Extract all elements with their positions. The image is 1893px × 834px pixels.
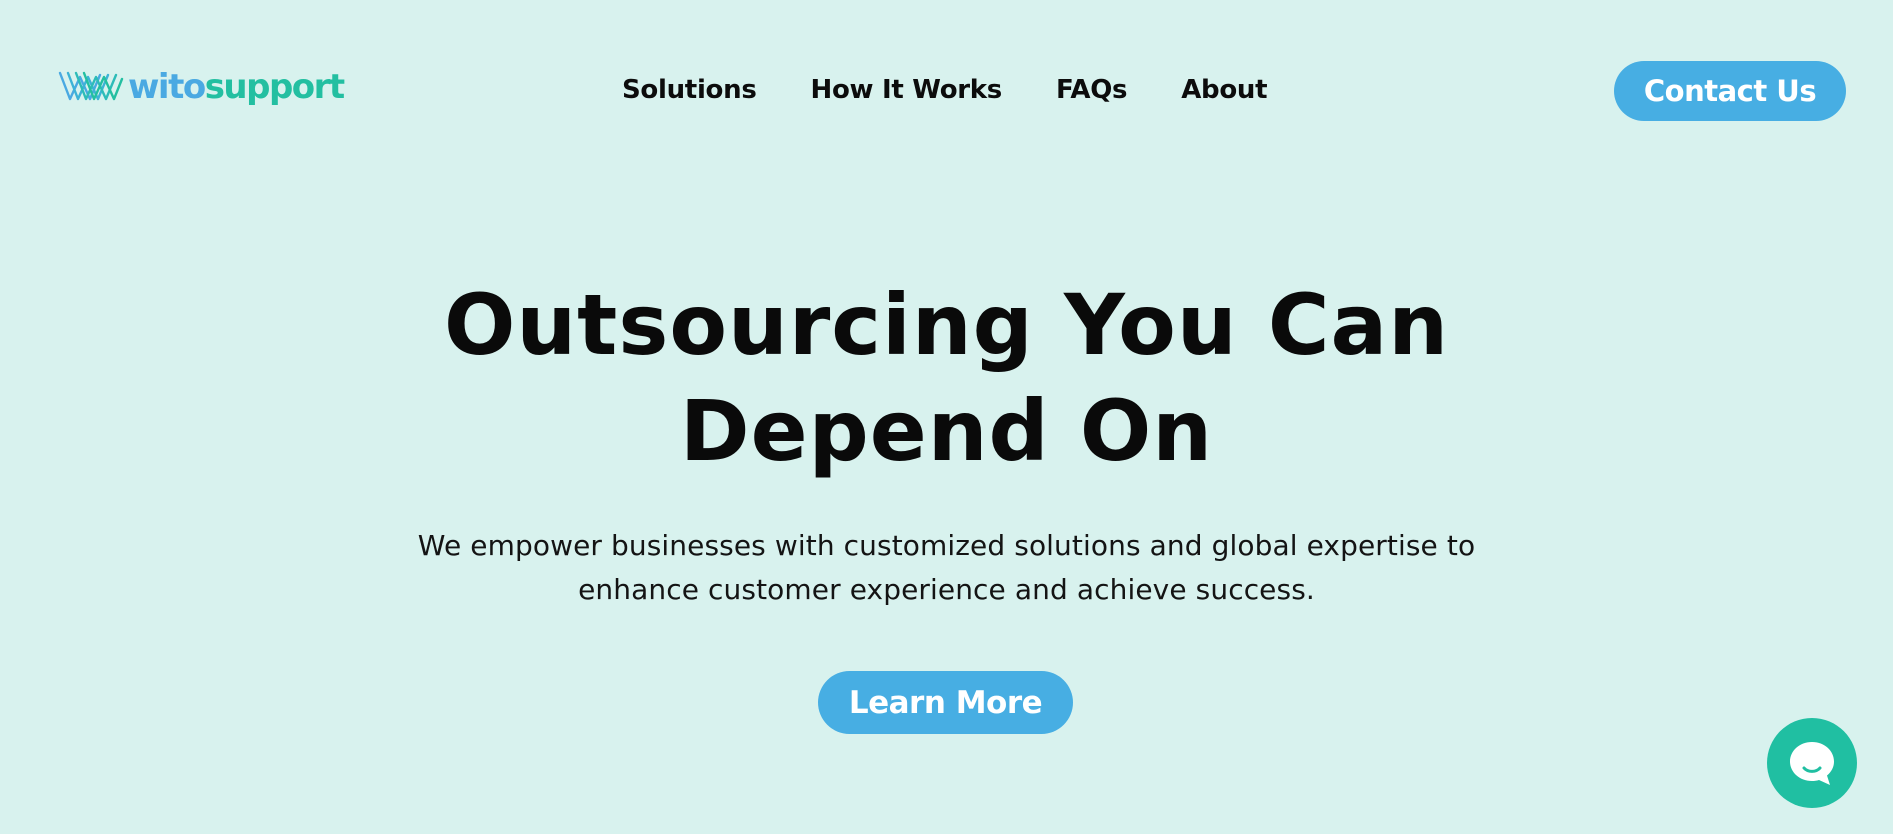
hero-title-line-1: Outsourcing You Can [443,276,1450,374]
nav-item-faqs[interactable]: FAQs [1056,75,1128,105]
nav-item-solutions[interactable]: Solutions [622,75,757,105]
hero-title: Outsourcing You Can Depend On [0,272,1893,484]
learn-more-button[interactable]: Learn More [818,671,1073,734]
wito-wave-logo-icon [58,71,124,101]
site-header: witosupport Solutions How It Works FAQs … [0,0,1893,180]
witosupport-logo[interactable]: witosupport [58,64,346,110]
contact-us-button[interactable]: Contact Us [1614,61,1846,121]
hero-subtitle-line-2: enhance customer experience and achieve … [578,573,1315,606]
main-nav: Solutions How It Works FAQs About [622,72,1268,108]
hero-subtitle-line-1: We empower businesses with customized so… [417,529,1476,562]
hero-title-line-2: Depend On [679,382,1214,480]
logo-wordmark-wito: wito [128,67,206,107]
chat-widget-button[interactable] [1767,718,1857,808]
logo-wordmark: witosupport [128,67,346,107]
hero-subtitle: We empower businesses with customized so… [0,524,1893,612]
chat-bubble-icon [1790,742,1834,785]
logo-wordmark-support: support [204,67,346,107]
nav-item-about[interactable]: About [1181,75,1267,105]
nav-item-how-it-works[interactable]: How It Works [811,75,1003,105]
